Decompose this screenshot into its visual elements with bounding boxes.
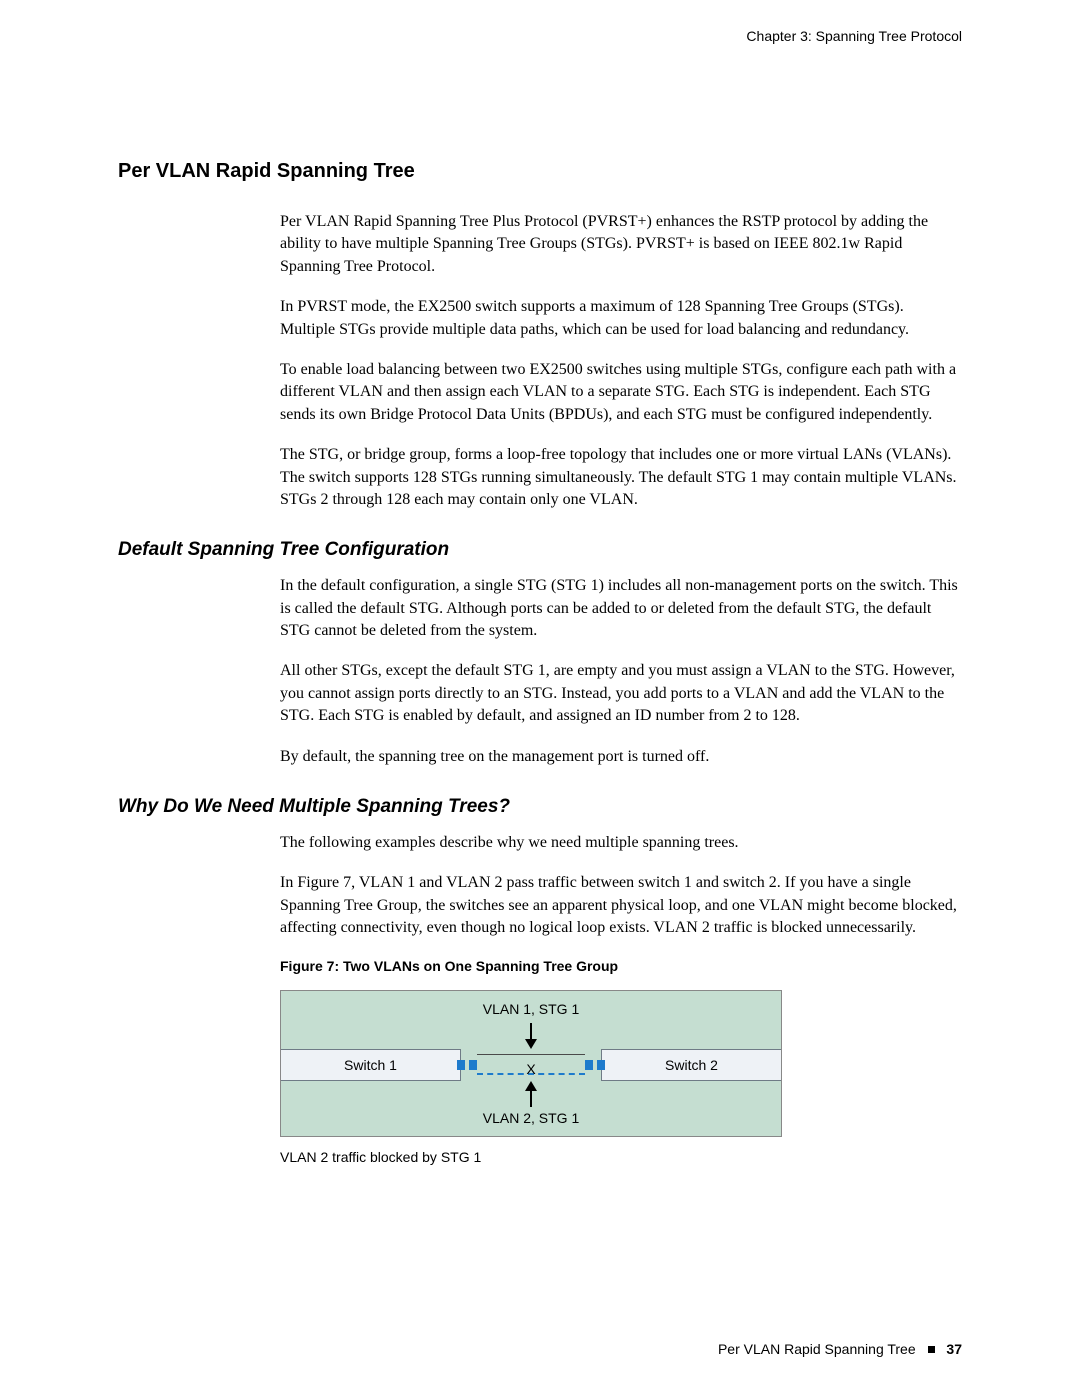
page-number: 37 — [946, 1341, 962, 1357]
paragraph: To enable load balancing between two EX2… — [280, 359, 962, 426]
figure-bottom-caption: VLAN 2, STG 1 — [451, 1110, 611, 1126]
content-area: Per VLAN Rapid Spanning Tree Per VLAN Ra… — [118, 160, 962, 1165]
figure-caption: VLAN 2 traffic blocked by STG 1 — [280, 1149, 962, 1165]
paragraph: In the default configuration, a single S… — [280, 575, 962, 642]
figure-block-x: X — [281, 1061, 781, 1077]
paragraph: In PVRST mode, the EX2500 switch support… — [280, 296, 962, 341]
section-default-config: In the default configuration, a single S… — [280, 575, 962, 768]
paragraph: By default, the spanning tree on the man… — [280, 746, 962, 768]
page-footer: Per VLAN Rapid Spanning Tree 37 — [718, 1341, 962, 1357]
footer-separator-icon — [928, 1346, 935, 1353]
figure-top-caption: VLAN 1, STG 1 — [451, 1001, 611, 1017]
figure-title: Figure 7: Two VLANs on One Spanning Tree… — [280, 958, 962, 974]
heading-1: Per VLAN Rapid Spanning Tree — [118, 160, 962, 183]
figure-link-active — [477, 1054, 585, 1055]
figure-7: VLAN 1, STG 1 Switch 1 Switch 2 — [280, 990, 782, 1137]
arrow-up-icon — [281, 1081, 781, 1112]
paragraph: The following examples describe why we n… — [280, 832, 962, 854]
paragraph: In Figure 7, VLAN 1 and VLAN 2 pass traf… — [280, 872, 962, 939]
running-head: Chapter 3: Spanning Tree Protocol — [746, 28, 962, 44]
footer-section: Per VLAN Rapid Spanning Tree — [718, 1341, 916, 1357]
heading-2-why-multiple: Why Do We Need Multiple Spanning Trees? — [118, 796, 962, 818]
heading-2-default-config: Default Spanning Tree Configuration — [118, 539, 962, 561]
paragraph: Per VLAN Rapid Spanning Tree Plus Protoc… — [280, 211, 962, 278]
section-why-multiple: The following examples describe why we n… — [280, 832, 962, 1165]
section-pvrst: Per VLAN Rapid Spanning Tree Plus Protoc… — [280, 211, 962, 511]
arrow-down-icon — [281, 1023, 781, 1054]
paragraph: All other STGs, except the default STG 1… — [280, 660, 962, 727]
page: Chapter 3: Spanning Tree Protocol Per VL… — [0, 0, 1080, 1397]
paragraph: The STG, or bridge group, forms a loop-f… — [280, 444, 962, 511]
